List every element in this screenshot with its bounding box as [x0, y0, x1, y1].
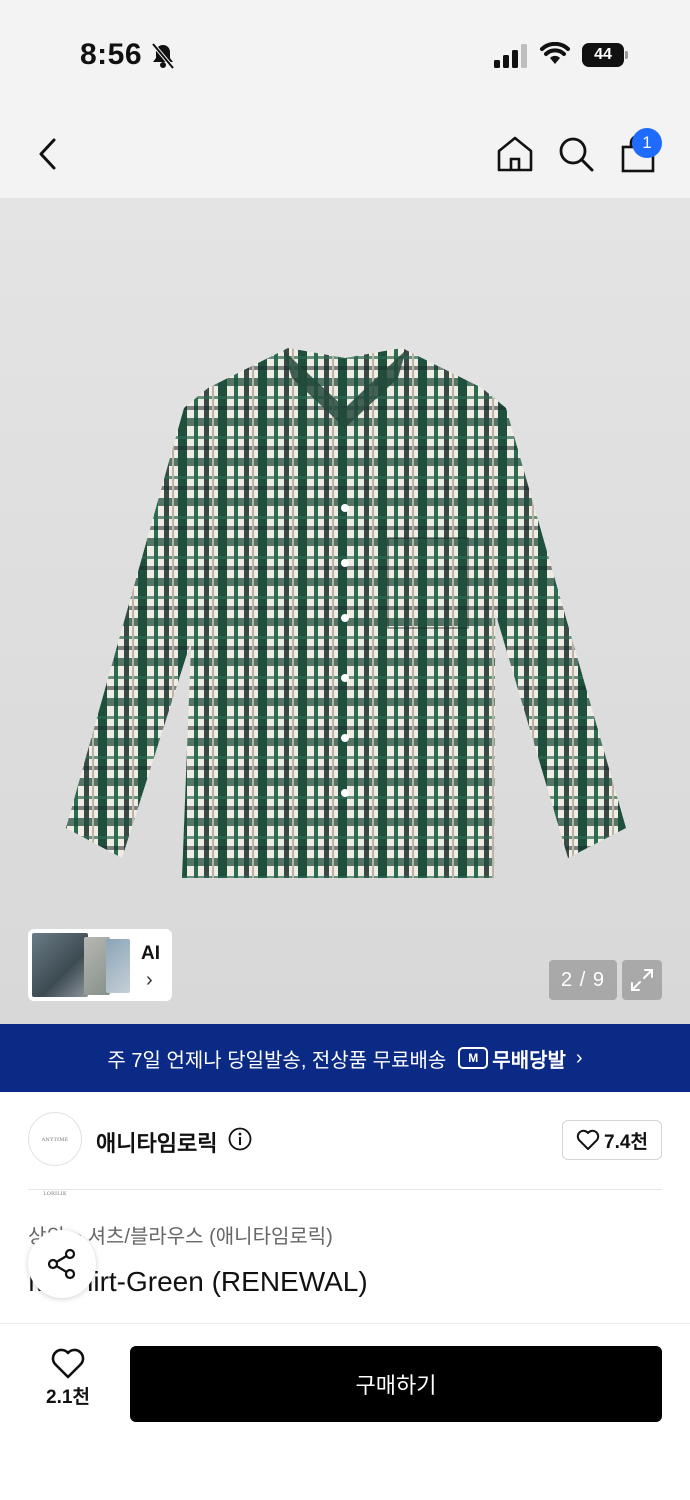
- brand-name[interactable]: 애니타임로릭: [96, 1126, 217, 1158]
- wishlist-count: 2.1천: [46, 1387, 90, 1408]
- promo-text: 주 7일 언제나 당일발송, 전상품 무료배송: [107, 1049, 447, 1072]
- battery-indicator: 44: [582, 43, 628, 67]
- expand-image-button[interactable]: [622, 960, 662, 1000]
- cellular-signal-icon: [494, 44, 527, 68]
- promo-logo-text: 무배당발: [492, 1049, 566, 1072]
- brand-logo[interactable]: ANYTIME LORILIK: [28, 1112, 82, 1197]
- cart-count-badge: 1: [632, 128, 662, 158]
- bottom-action-bar: 2.1천 구매하기: [0, 1323, 690, 1500]
- status-bar: 8:56 44: [0, 0, 690, 110]
- brand-like-button[interactable]: 7.4천: [562, 1120, 662, 1160]
- heart-icon: [576, 1129, 600, 1150]
- back-button[interactable]: [26, 132, 70, 176]
- product-image-gallery[interactable]: AI › 2 / 9: [0, 198, 690, 1024]
- info-icon[interactable]: [228, 1127, 252, 1151]
- truck-icon: M: [458, 1047, 489, 1069]
- chevron-right-icon: ›: [575, 1046, 583, 1069]
- ai-styling-chip[interactable]: AI ›: [28, 929, 172, 1001]
- expand-icon: [631, 969, 653, 991]
- product-image: [66, 348, 626, 878]
- battery-cap: [625, 51, 628, 59]
- image-page-counter: 2 / 9: [549, 960, 617, 1000]
- ai-thumbnail: [106, 939, 130, 993]
- promo-banner[interactable]: 주 7일 언제나 당일발송, 전상품 무료배송 M 무배당발 ›: [0, 1024, 690, 1092]
- heart-icon: [51, 1348, 85, 1379]
- chevron-left-icon: [39, 138, 56, 170]
- status-time: 8:56: [80, 38, 143, 71]
- divider: [28, 1189, 662, 1190]
- search-icon: [559, 137, 594, 172]
- nav-bar: [0, 110, 690, 198]
- bell-slash-icon: [151, 42, 175, 70]
- brand-row: ANYTIME LORILIK 애니타임로릭 7.4천: [0, 1092, 690, 1197]
- share-icon: [47, 1248, 76, 1280]
- chevron-right-icon: ›: [146, 969, 153, 991]
- wishlist-button[interactable]: 2.1천: [28, 1348, 108, 1428]
- ai-label: AI: [141, 943, 160, 964]
- ai-thumbnail: [32, 933, 88, 997]
- search-button[interactable]: [554, 132, 598, 176]
- buy-button[interactable]: 구매하기: [130, 1346, 662, 1422]
- wifi-icon: [540, 42, 570, 64]
- brand-like-count: 7.4천: [604, 1131, 648, 1153]
- home-button[interactable]: [493, 132, 537, 176]
- free-delivery-logo: M 무배당발: [458, 1044, 566, 1073]
- home-icon: [497, 136, 533, 172]
- share-button[interactable]: [28, 1230, 96, 1298]
- battery-level: 44: [582, 43, 624, 67]
